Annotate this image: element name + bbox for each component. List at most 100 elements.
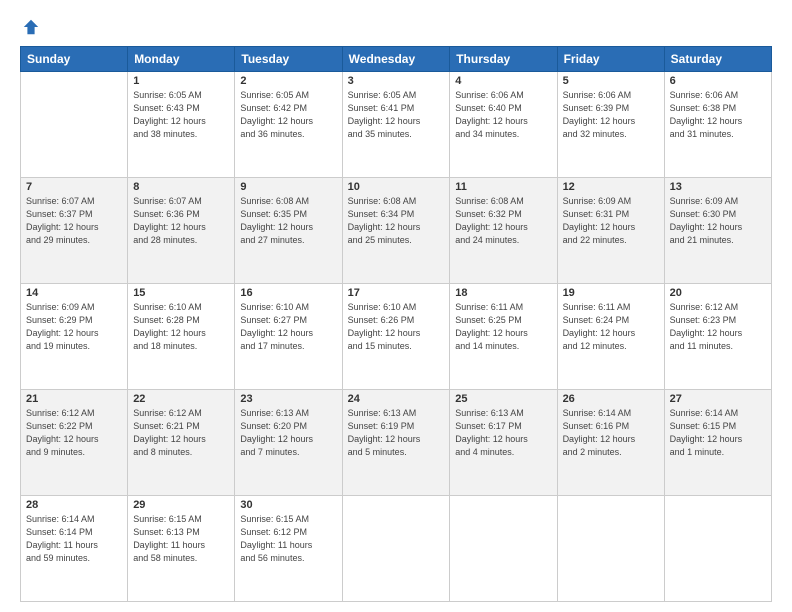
calendar-cell: 2 Sunrise: 6:05 AM Sunset: 6:42 PM Daylig… <box>235 72 342 178</box>
day-number: 20 <box>670 287 766 299</box>
column-header-sunday: Sunday <box>21 47 128 72</box>
day-info: Sunrise: 6:11 AM Sunset: 6:24 PM Dayligh… <box>563 301 659 353</box>
day-number: 3 <box>348 75 445 87</box>
calendar-cell: 30 Sunrise: 6:15 AM Sunset: 6:12 PM Dayli… <box>235 496 342 602</box>
day-number: 6 <box>670 75 766 87</box>
calendar-cell: 9 Sunrise: 6:08 AM Sunset: 6:35 PM Daylig… <box>235 178 342 284</box>
day-info: Sunrise: 6:06 AM Sunset: 6:39 PM Dayligh… <box>563 89 659 141</box>
day-number: 30 <box>240 499 336 511</box>
day-number: 17 <box>348 287 445 299</box>
week-row-2: 7 Sunrise: 6:07 AM Sunset: 6:37 PM Daylig… <box>21 178 772 284</box>
day-number: 12 <box>563 181 659 193</box>
calendar-cell: 11Sunrise: 6:08 AM Sunset: 6:32 PM Dayli… <box>450 178 557 284</box>
day-info: Sunrise: 6:09 AM Sunset: 6:31 PM Dayligh… <box>563 195 659 247</box>
day-info: Sunrise: 6:09 AM Sunset: 6:30 PM Dayligh… <box>670 195 766 247</box>
day-info: Sunrise: 6:05 AM Sunset: 6:42 PM Dayligh… <box>240 89 336 141</box>
day-info: Sunrise: 6:13 AM Sunset: 6:19 PM Dayligh… <box>348 407 445 459</box>
logo-icon <box>22 18 40 36</box>
calendar-cell: 20 Sunrise: 6:12 AM Sunset: 6:23 PM Dayli… <box>664 284 771 390</box>
calendar-cell: 15 Sunrise: 6:10 AM Sunset: 6:28 PM Dayli… <box>128 284 235 390</box>
day-info: Sunrise: 6:06 AM Sunset: 6:38 PM Dayligh… <box>670 89 766 141</box>
day-info: Sunrise: 6:15 AM Sunset: 6:13 PM Dayligh… <box>133 513 229 565</box>
calendar: SundayMondayTuesdayWednesdayThursdayFrid… <box>20 46 772 602</box>
week-row-5: 28 Sunrise: 6:14 AM Sunset: 6:14 PM Dayli… <box>21 496 772 602</box>
day-info: Sunrise: 6:10 AM Sunset: 6:26 PM Dayligh… <box>348 301 445 353</box>
day-number: 1 <box>133 75 229 87</box>
header <box>20 18 772 36</box>
calendar-cell <box>664 496 771 602</box>
day-number: 5 <box>563 75 659 87</box>
day-number: 16 <box>240 287 336 299</box>
column-header-wednesday: Wednesday <box>342 47 450 72</box>
day-info: Sunrise: 6:14 AM Sunset: 6:15 PM Dayligh… <box>670 407 766 459</box>
calendar-cell: 28 Sunrise: 6:14 AM Sunset: 6:14 PM Dayli… <box>21 496 128 602</box>
day-number: 29 <box>133 499 229 511</box>
day-info: Sunrise: 6:12 AM Sunset: 6:22 PM Dayligh… <box>26 407 122 459</box>
day-number: 14 <box>26 287 122 299</box>
day-info: Sunrise: 6:07 AM Sunset: 6:37 PM Dayligh… <box>26 195 122 247</box>
day-info: Sunrise: 6:05 AM Sunset: 6:41 PM Dayligh… <box>348 89 445 141</box>
day-number: 18 <box>455 287 551 299</box>
week-row-1: 1 Sunrise: 6:05 AM Sunset: 6:43 PM Daylig… <box>21 72 772 178</box>
day-info: Sunrise: 6:13 AM Sunset: 6:20 PM Dayligh… <box>240 407 336 459</box>
day-info: Sunrise: 6:12 AM Sunset: 6:21 PM Dayligh… <box>133 407 229 459</box>
day-info: Sunrise: 6:08 AM Sunset: 6:35 PM Dayligh… <box>240 195 336 247</box>
day-number: 22 <box>133 393 229 405</box>
day-info: Sunrise: 6:05 AM Sunset: 6:43 PM Dayligh… <box>133 89 229 141</box>
calendar-header-row: SundayMondayTuesdayWednesdayThursdayFrid… <box>21 47 772 72</box>
calendar-cell: 24 Sunrise: 6:13 AM Sunset: 6:19 PM Dayli… <box>342 390 450 496</box>
calendar-cell: 5 Sunrise: 6:06 AM Sunset: 6:39 PM Daylig… <box>557 72 664 178</box>
calendar-cell <box>557 496 664 602</box>
day-info: Sunrise: 6:14 AM Sunset: 6:14 PM Dayligh… <box>26 513 122 565</box>
day-number: 7 <box>26 181 122 193</box>
day-info: Sunrise: 6:09 AM Sunset: 6:29 PM Dayligh… <box>26 301 122 353</box>
day-number: 11 <box>455 181 551 193</box>
column-header-tuesday: Tuesday <box>235 47 342 72</box>
day-number: 24 <box>348 393 445 405</box>
calendar-cell: 1 Sunrise: 6:05 AM Sunset: 6:43 PM Daylig… <box>128 72 235 178</box>
day-number: 4 <box>455 75 551 87</box>
day-info: Sunrise: 6:06 AM Sunset: 6:40 PM Dayligh… <box>455 89 551 141</box>
calendar-cell <box>342 496 450 602</box>
day-number: 10 <box>348 181 445 193</box>
page: SundayMondayTuesdayWednesdayThursdayFrid… <box>0 0 792 612</box>
day-info: Sunrise: 6:08 AM Sunset: 6:34 PM Dayligh… <box>348 195 445 247</box>
week-row-4: 21 Sunrise: 6:12 AM Sunset: 6:22 PM Dayli… <box>21 390 772 496</box>
logo <box>20 18 40 36</box>
column-header-saturday: Saturday <box>664 47 771 72</box>
calendar-cell: 27 Sunrise: 6:14 AM Sunset: 6:15 PM Dayli… <box>664 390 771 496</box>
calendar-cell: 29 Sunrise: 6:15 AM Sunset: 6:13 PM Dayli… <box>128 496 235 602</box>
day-number: 9 <box>240 181 336 193</box>
calendar-cell: 25 Sunrise: 6:13 AM Sunset: 6:17 PM Dayli… <box>450 390 557 496</box>
calendar-cell: 22 Sunrise: 6:12 AM Sunset: 6:21 PM Dayli… <box>128 390 235 496</box>
week-row-3: 14 Sunrise: 6:09 AM Sunset: 6:29 PM Dayli… <box>21 284 772 390</box>
day-info: Sunrise: 6:14 AM Sunset: 6:16 PM Dayligh… <box>563 407 659 459</box>
calendar-cell: 26 Sunrise: 6:14 AM Sunset: 6:16 PM Dayli… <box>557 390 664 496</box>
column-header-thursday: Thursday <box>450 47 557 72</box>
day-info: Sunrise: 6:10 AM Sunset: 6:27 PM Dayligh… <box>240 301 336 353</box>
day-info: Sunrise: 6:10 AM Sunset: 6:28 PM Dayligh… <box>133 301 229 353</box>
calendar-cell: 19 Sunrise: 6:11 AM Sunset: 6:24 PM Dayli… <box>557 284 664 390</box>
day-number: 27 <box>670 393 766 405</box>
day-info: Sunrise: 6:12 AM Sunset: 6:23 PM Dayligh… <box>670 301 766 353</box>
day-number: 15 <box>133 287 229 299</box>
day-info: Sunrise: 6:15 AM Sunset: 6:12 PM Dayligh… <box>240 513 336 565</box>
calendar-cell <box>21 72 128 178</box>
day-number: 21 <box>26 393 122 405</box>
day-number: 2 <box>240 75 336 87</box>
day-number: 19 <box>563 287 659 299</box>
day-number: 13 <box>670 181 766 193</box>
calendar-cell <box>450 496 557 602</box>
calendar-cell: 17 Sunrise: 6:10 AM Sunset: 6:26 PM Dayli… <box>342 284 450 390</box>
calendar-cell: 6 Sunrise: 6:06 AM Sunset: 6:38 PM Daylig… <box>664 72 771 178</box>
calendar-cell: 12 Sunrise: 6:09 AM Sunset: 6:31 PM Dayli… <box>557 178 664 284</box>
day-number: 25 <box>455 393 551 405</box>
calendar-cell: 4 Sunrise: 6:06 AM Sunset: 6:40 PM Daylig… <box>450 72 557 178</box>
day-info: Sunrise: 6:13 AM Sunset: 6:17 PM Dayligh… <box>455 407 551 459</box>
day-number: 28 <box>26 499 122 511</box>
column-header-monday: Monday <box>128 47 235 72</box>
calendar-cell: 23Sunrise: 6:13 AM Sunset: 6:20 PM Dayli… <box>235 390 342 496</box>
calendar-cell: 14 Sunrise: 6:09 AM Sunset: 6:29 PM Dayli… <box>21 284 128 390</box>
calendar-cell: 10 Sunrise: 6:08 AM Sunset: 6:34 PM Dayli… <box>342 178 450 284</box>
day-number: 26 <box>563 393 659 405</box>
